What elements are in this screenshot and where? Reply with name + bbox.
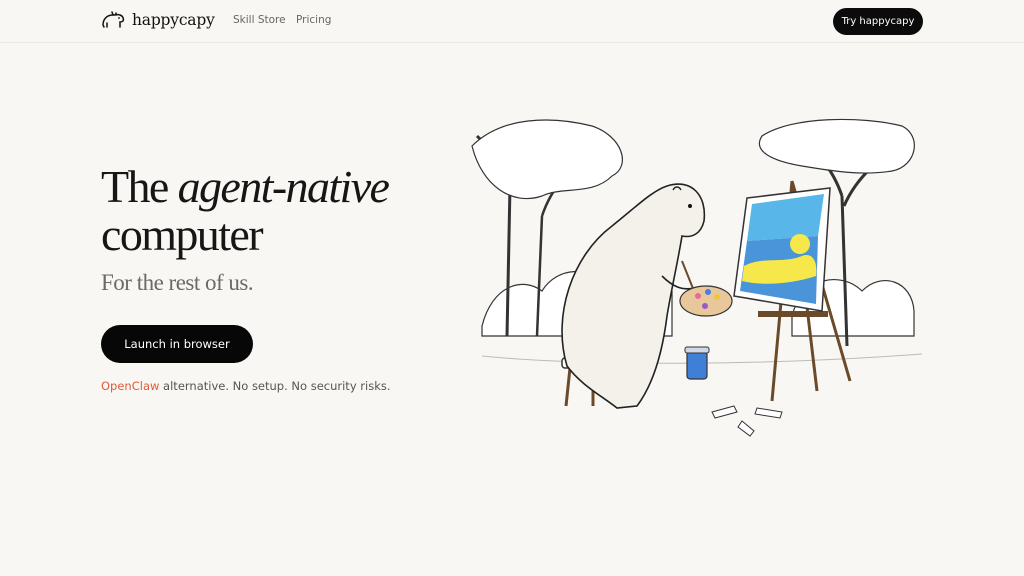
try-happycapy-button[interactable]: Try happycapy [833,8,923,35]
hero-title-prefix: The [101,161,178,212]
hero-title-suffix: computer [101,209,264,260]
brand-logo[interactable]: happycapy [101,11,215,29]
brand-name: happycapy [132,11,215,29]
nav-link-pricing[interactable]: Pricing [296,14,331,26]
capybara-logo-icon [102,11,125,28]
hero-tagline: OpenClaw alternative. No setup. No secur… [101,379,391,393]
hero-subtitle: For the rest of us. [101,270,254,295]
top-navbar: happycapy Skill Store Pricing Try happyc… [0,0,1024,43]
tagline-text: alternative. No setup. No security risks… [159,379,391,393]
openclaw-link[interactable]: OpenClaw [101,379,159,393]
capybara-painting-illustration [471,118,923,437]
launch-in-browser-button[interactable]: Launch in browser [101,325,253,363]
hero-title: The agent-native computer [101,163,461,259]
hero-title-emphasis: agent-native [177,161,390,212]
nav-link-skill-store[interactable]: Skill Store [233,14,286,26]
